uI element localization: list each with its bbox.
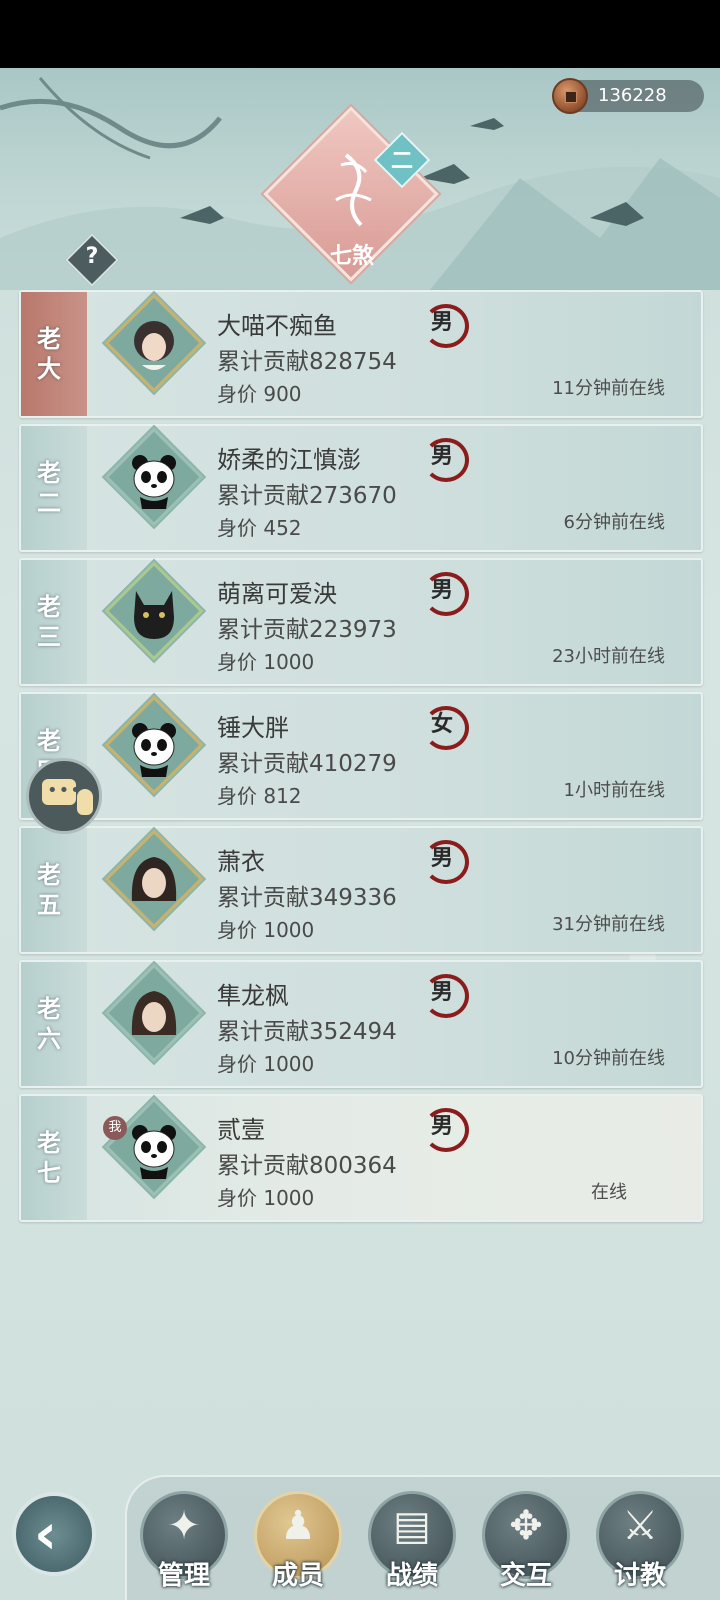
member-contribution: 累计贡献410279 [217,751,397,777]
panda-icon[interactable] [116,439,192,515]
member-value: 身价 1000 [217,1052,315,1076]
member-rank: 老二 [37,458,61,517]
rank-strip: 老大 [21,292,87,416]
spar-icon: ⚔ [622,1503,658,1549]
member-name: 娇柔的江慎澎 [217,446,361,474]
gender-badge: 女 [421,704,469,750]
member-card[interactable]: 老五 萧衣 累计贡献349336 身价 1000 男 31分钟前在线 [19,826,703,954]
member-contribution: 累计贡献800364 [217,1153,397,1179]
panda-icon[interactable] [116,707,192,783]
member-name: 大喵不痴鱼 [217,312,337,340]
nav-manage[interactable]: ✦ 管理 [140,1491,228,1591]
gender-badge: 男 [421,570,469,616]
gender-badge: 男 [421,972,469,1018]
member-card[interactable]: 老二 娇柔的江慎澎 累计贡献273670 身价 452 男 6分钟前在线 [19,424,703,552]
member-value: 身价 1000 [217,1186,315,1210]
nav-records[interactable]: ▤ 战绩 [368,1491,456,1591]
panda-icon[interactable] [116,1109,192,1185]
online-status: 1小时前在线 [563,780,665,801]
member-card[interactable]: 老四 锤大胖 累计贡献410279 身价 812 女 1小时前在线 [19,692,703,820]
self-tag: 我 [103,1116,127,1140]
guild-rank-badge-text: 二 [390,149,413,174]
online-status: 在线 [591,1182,627,1203]
nav-label: 战绩 [385,1561,438,1591]
member-value: 身价 1000 [217,650,315,674]
member-value: 身价 812 [217,784,302,808]
portrait-woman-icon[interactable] [116,305,192,381]
member-card[interactable]: 老大 大喵不痴鱼 累计贡献828754 身价 900 男 11分钟前在线 [19,290,703,418]
status-bar [0,0,720,68]
gender-badge: 男 [421,838,469,884]
nav-members[interactable]: ♟ 成员 [254,1491,342,1591]
online-status: 23小时前在线 [552,646,665,667]
member-rank: 老五 [37,860,61,919]
online-status: 10分钟前在线 [552,1048,665,1069]
member-rank: 老三 [37,592,61,651]
member-name: 锤大胖 [217,714,289,742]
black-cat-icon[interactable] [116,573,192,649]
portrait-man-icon[interactable] [116,841,192,917]
gender-badge: 男 [421,1106,469,1152]
member-rank: 老七 [37,1128,61,1187]
online-status: 31分钟前在线 [552,914,665,935]
member-contribution: 累计贡献352494 [217,1019,397,1045]
member-name: 隼龙枫 [217,982,289,1010]
back-button[interactable]: ‹ [12,1492,96,1576]
member-value: 身价 1000 [217,918,315,942]
rank-strip: 老二 [21,426,87,550]
nav-label: 交互 [499,1561,552,1591]
interact-icon: ✥ [509,1503,543,1549]
members-icon: ♟ [280,1503,316,1549]
rank-strip: 老六 [21,962,87,1086]
member-rank: 老六 [37,994,61,1053]
portrait-man-icon[interactable] [116,975,192,1051]
manage-icon: ✦ [167,1503,201,1549]
rank-strip: 老五 [21,828,87,952]
member-contribution: 累计贡献273670 [217,483,397,509]
rank-strip: 老七 [21,1096,87,1220]
guild-emblem-text: 七煞 [329,243,374,269]
nav-spar[interactable]: ⚔ 讨教 [596,1491,684,1591]
member-rank: 老大 [37,324,61,383]
member-card[interactable]: 老三 萌离可爱泱 累计贡献223973 身价 1000 男 23小时前在线 [19,558,703,686]
gourd-icon [77,789,93,815]
help-icon: ? [85,244,99,269]
member-contribution: 累计贡献349336 [217,885,397,911]
online-status: 6分钟前在线 [563,512,665,533]
member-value: 身价 900 [217,382,302,406]
member-contribution: 累计贡献828754 [217,349,397,375]
nav-label: 成员 [271,1561,324,1591]
scroll-icon: ▤ [393,1503,431,1549]
member-name: 萧衣 [217,848,265,876]
currency-display: 136228 [552,78,704,114]
member-name: 贰壹 [217,1116,265,1144]
gender-badge: 男 [421,302,469,348]
nav-label: 管理 [157,1561,210,1591]
member-contribution: 累计贡献223973 [217,617,397,643]
gender-badge: 男 [421,436,469,482]
member-value: 身价 452 [217,516,302,540]
member-name: 萌离可爱泱 [217,580,337,608]
member-card[interactable]: 老六 隼龙枫 累计贡献352494 身价 1000 男 10分钟前在线 [19,960,703,1088]
nav-interact[interactable]: ✥ 交互 [482,1491,570,1591]
nav-label: 讨教 [613,1561,666,1591]
currency-amount: 136228 [598,85,667,106]
floating-chat-button[interactable]: ••• [26,758,102,834]
member-card-self[interactable]: 老七 我 贰壹 累计贡献800364 身价 1000 男 在线 [19,1094,703,1222]
online-status: 11分钟前在线 [552,378,665,399]
copper-coin-icon [552,78,588,114]
back-arrow-icon: ‹ [34,1502,58,1567]
rank-strip: 老三 [21,560,87,684]
